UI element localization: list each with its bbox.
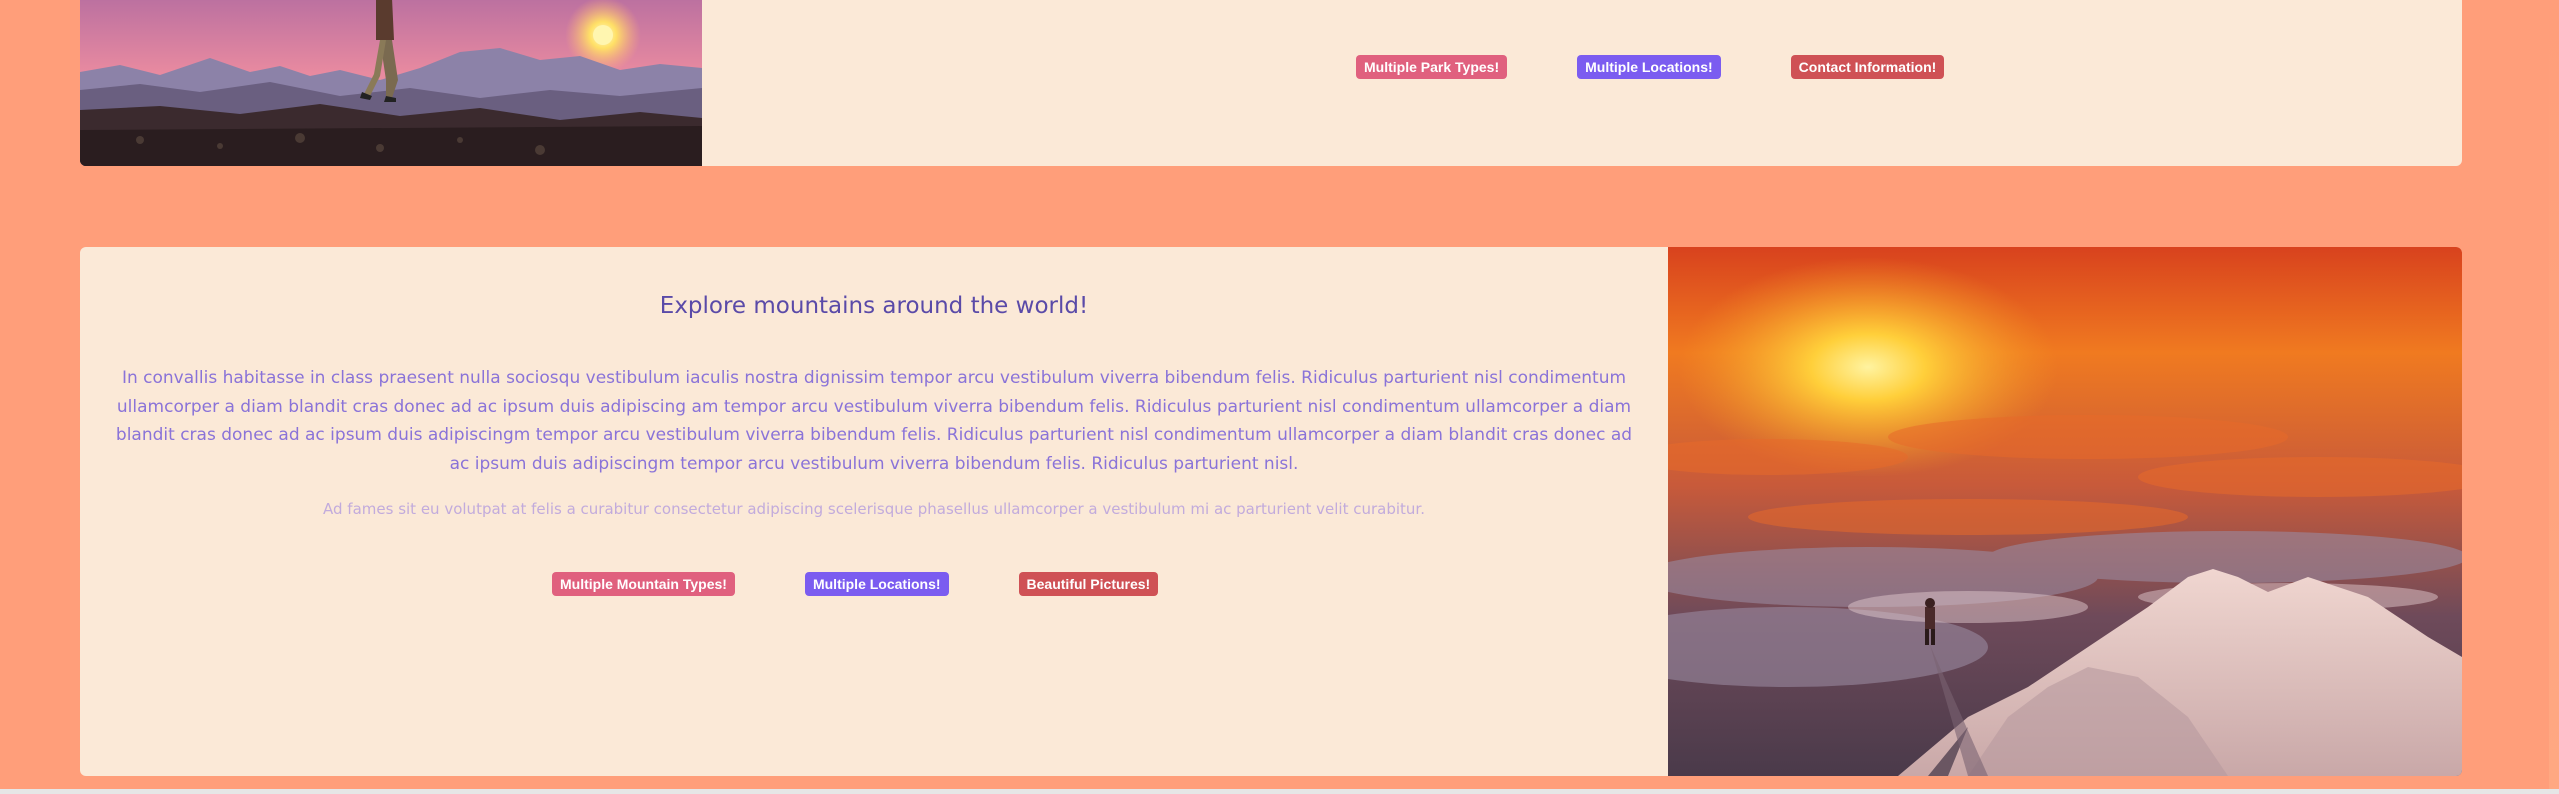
beautiful-pictures-badge[interactable]: Beautiful Pictures! (1018, 572, 1159, 596)
multiple-locations-badge[interactable]: Multiple Locations! (804, 572, 949, 596)
mountain-summit-sunset-image (1668, 247, 2462, 776)
section-title: Explore mountains around the world! (659, 293, 1089, 319)
mountains-card: Explore mountains around the world! In c… (80, 247, 2462, 776)
multiple-locations-badge[interactable]: Multiple Locations! (1577, 55, 1721, 79)
multiple-park-types-badge[interactable]: Multiple Park Types! (1356, 55, 1508, 79)
mountain-summit-photo (1668, 247, 2462, 776)
section-lead: Ad fames sit eu volutpat at felis a cura… (323, 500, 1425, 518)
contact-information-badge[interactable]: Contact Information! (1790, 55, 1945, 79)
scrollbar-track[interactable] (2549, 0, 2559, 794)
section-body: In convallis habitasse in class praesent… (115, 368, 1633, 474)
parks-card: Multiple Park Types! Multiple Locations!… (80, 0, 2462, 166)
previous-text-fragment (1310, 0, 2090, 2)
window-bottom-edge (0, 789, 2559, 794)
hiker-at-sunset-image (80, 0, 702, 166)
mountain-features-badges: Multiple Mountain Types! Multiple Locati… (552, 572, 1159, 596)
park-features-badges: Multiple Park Types! Multiple Locations!… (1356, 55, 1945, 79)
hiker-sunset-photo (80, 0, 702, 166)
multiple-mountain-types-badge[interactable]: Multiple Mountain Types! (552, 572, 735, 596)
